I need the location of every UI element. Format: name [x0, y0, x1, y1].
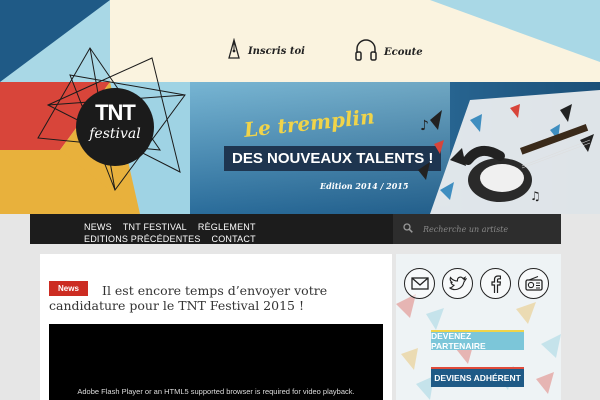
article-title[interactable]: Il est encore temps d’envoyer votre cand…	[49, 283, 385, 313]
search-box	[393, 214, 561, 244]
listen-label: Ecoute	[384, 47, 423, 58]
social-icons	[404, 268, 549, 299]
video-message: Adobe Flash Player or an HTML5 supported…	[77, 387, 355, 396]
become-member-button[interactable]: DEVIENS ADHÉRENT	[431, 367, 524, 387]
pen-icon	[226, 37, 242, 65]
logo-title: TNT	[95, 100, 136, 125]
become-partner-button[interactable]: DEVENEZ PARTENAIRE	[431, 330, 524, 351]
main-nav: NEWS TNT FESTIVAL RÈGLEMENT EDITIONS PRÉ…	[30, 214, 561, 244]
nav-item-reglement[interactable]: RÈGLEMENT	[198, 222, 256, 233]
sidebar: DEVENEZ PARTENAIRE DEVIENS ADHÉRENT	[396, 254, 561, 400]
header-banner: Inscris toi Ecoute TNT festival Le tremp…	[0, 0, 600, 214]
nav-item-news[interactable]: NEWS	[84, 222, 112, 233]
nav-menu: NEWS TNT FESTIVAL RÈGLEMENT EDITIONS PRÉ…	[84, 222, 374, 245]
listen-link[interactable]: Ecoute	[354, 38, 423, 67]
main-content: Il est encore temps d’envoyer votre cand…	[40, 254, 392, 400]
festival-logo[interactable]: TNT festival	[76, 88, 154, 166]
tagline-banner: DES NOUVEAUX TALENTS !	[224, 146, 442, 171]
signup-label: Inscris toi	[248, 46, 305, 57]
news-badge[interactable]: News	[49, 281, 88, 296]
nav-item-tnt-festival[interactable]: TNT FESTIVAL	[123, 222, 187, 233]
guitar-illustration: ♪ ♫	[418, 104, 594, 203]
twitter-icon[interactable]	[442, 268, 473, 299]
radio-icon[interactable]	[518, 268, 549, 299]
edition-label: Edition 2014 / 2015	[320, 181, 409, 191]
logo-subtitle: festival	[89, 126, 141, 142]
nav-item-editions[interactable]: EDITIONS PRÉCÉDENTES	[84, 234, 201, 245]
headphones-icon	[354, 38, 378, 67]
signup-link[interactable]: Inscris toi	[226, 37, 305, 65]
mail-icon[interactable]	[404, 268, 435, 299]
video-player[interactable]: Adobe Flash Player or an HTML5 supported…	[49, 324, 383, 400]
facebook-icon[interactable]	[480, 268, 511, 299]
search-input[interactable]	[423, 224, 553, 234]
nav-item-contact[interactable]: CONTACT	[212, 234, 256, 245]
svg-text:♫: ♫	[530, 189, 541, 203]
svg-text:♪: ♪	[420, 118, 429, 134]
search-icon[interactable]	[403, 220, 413, 238]
